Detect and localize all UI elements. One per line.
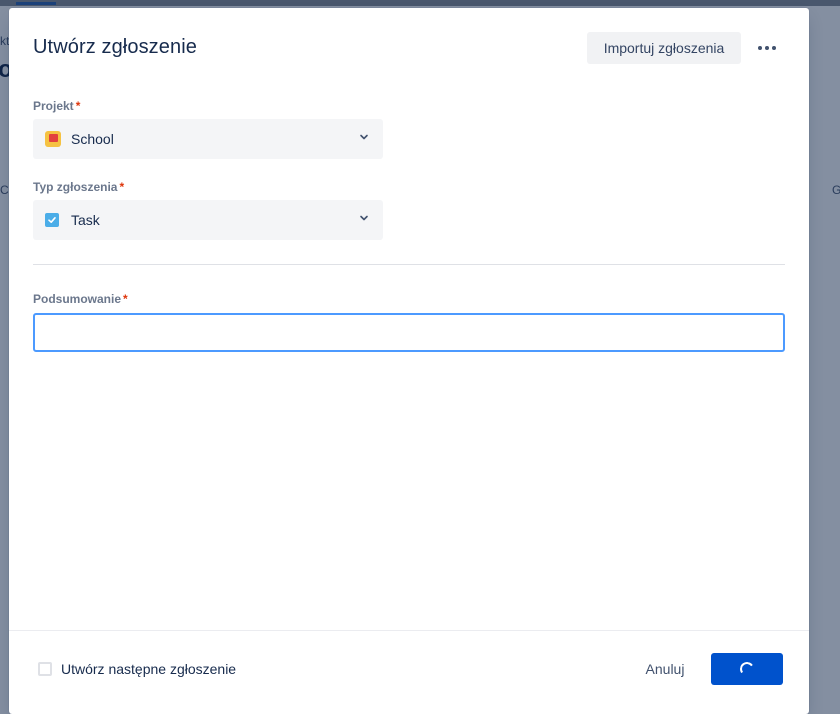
import-issues-button[interactable]: Importuj zgłoszenia bbox=[587, 32, 741, 64]
task-checkbox-icon bbox=[45, 213, 59, 227]
chevron-down-icon bbox=[360, 134, 368, 140]
required-marker: * bbox=[119, 180, 125, 194]
section-divider bbox=[33, 264, 785, 265]
create-another-label[interactable]: Utwórz następne zgłoszenie bbox=[61, 661, 236, 677]
issue-type-select[interactable]: Task bbox=[33, 200, 383, 240]
cancel-button[interactable]: Anuluj bbox=[635, 653, 695, 685]
footer-divider bbox=[9, 630, 809, 631]
project-select-value: School bbox=[71, 131, 114, 147]
summary-input[interactable] bbox=[33, 313, 785, 352]
issue-type-label: Typ zgłoszenia * bbox=[33, 180, 125, 194]
project-label: Projekt * bbox=[33, 99, 81, 113]
more-horizontal-icon bbox=[757, 46, 778, 50]
project-flag-icon bbox=[45, 131, 61, 147]
chevron-down-icon bbox=[360, 215, 368, 221]
loading-spinner-icon bbox=[738, 660, 756, 678]
more-actions-button[interactable] bbox=[751, 32, 783, 64]
project-select[interactable]: School bbox=[33, 119, 383, 159]
required-marker: * bbox=[75, 99, 81, 113]
create-button[interactable] bbox=[711, 653, 783, 685]
dialog-title: Utwórz zgłoszenie bbox=[33, 36, 197, 58]
create-issue-dialog: Utwórz zgłoszenie Importuj zgłoszenia Pr… bbox=[9, 8, 809, 714]
required-marker: * bbox=[123, 292, 128, 306]
summary-label: Podsumowanie * bbox=[33, 292, 128, 306]
issue-type-select-value: Task bbox=[71, 212, 100, 228]
create-another-checkbox[interactable] bbox=[38, 662, 52, 676]
